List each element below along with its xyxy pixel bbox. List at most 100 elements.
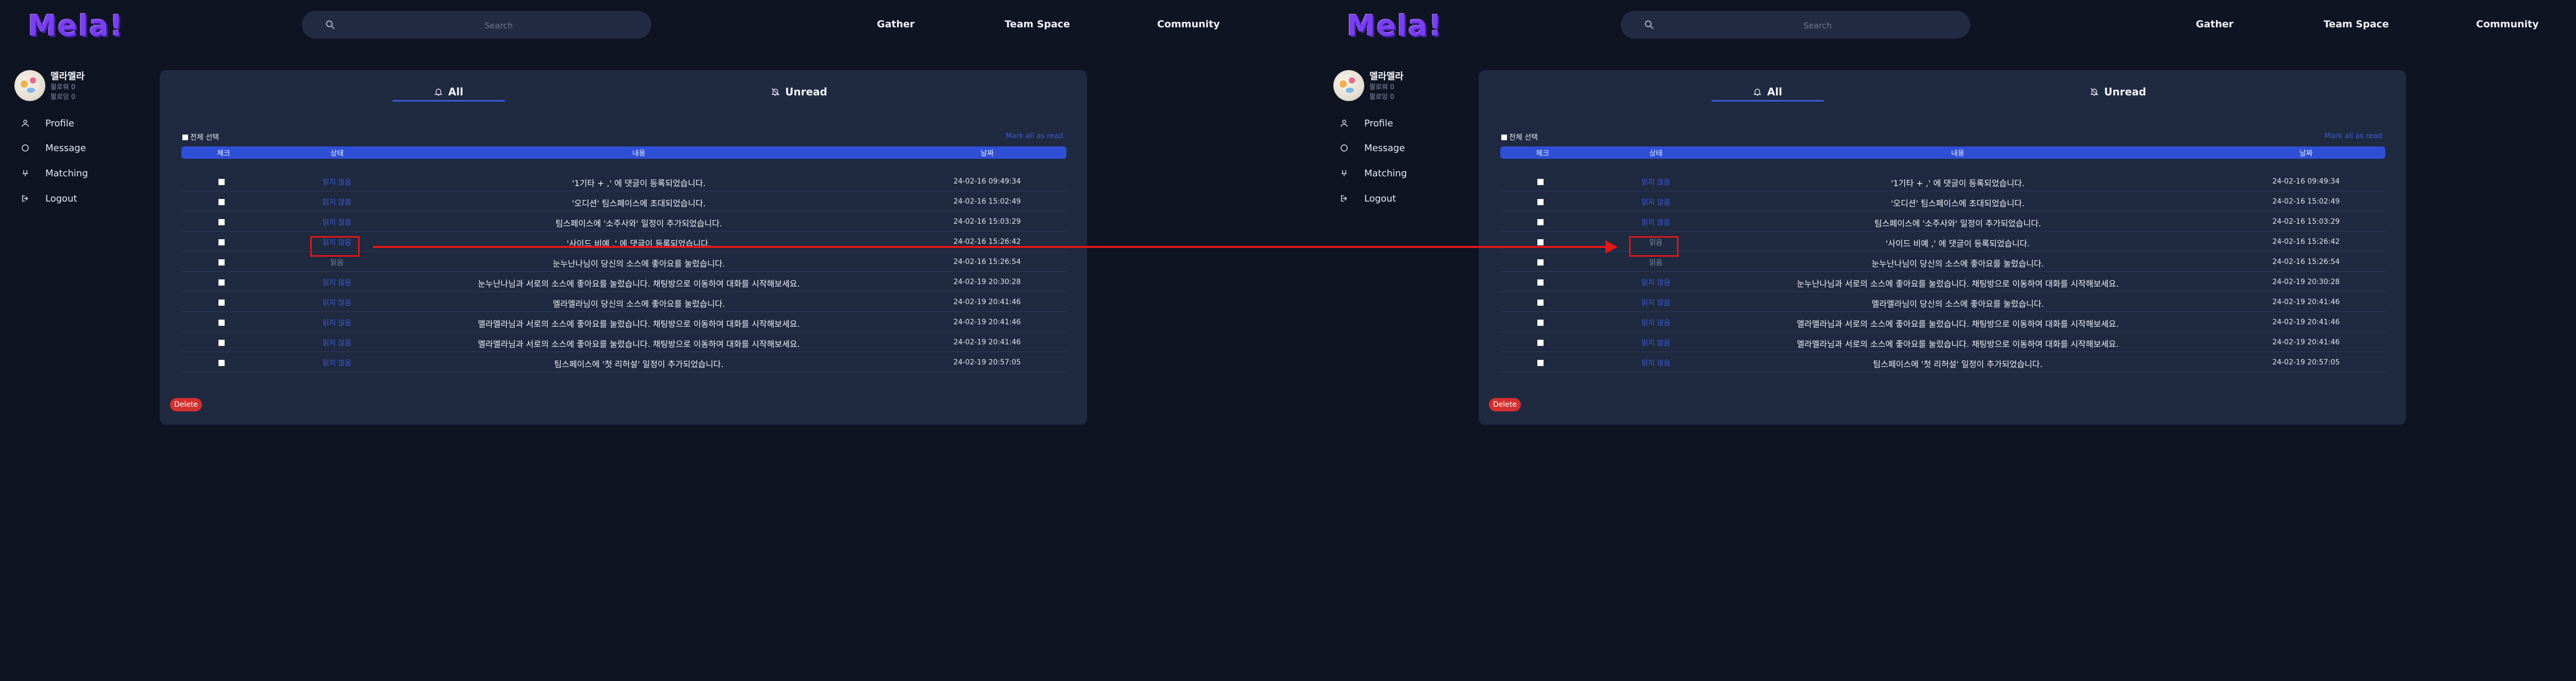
row-checkbox[interactable] xyxy=(218,279,225,286)
tab-unread[interactable]: Unread xyxy=(2090,81,2146,102)
table-row[interactable]: 읽지 않음 '1기타 + ,' 에 댓글이 등록되었습니다. 24-02-16 09… xyxy=(181,171,1066,191)
table-row[interactable]: 읽지 않음 '1기타 + ,' 에 댓글이 등록되었습니다. 24-02-16 09… xyxy=(1500,171,2385,191)
row-checkbox[interactable] xyxy=(1537,340,1544,346)
row-content[interactable]: '사이드 비예 ,' 에 댓글이 등록되었습니다. xyxy=(567,237,711,249)
row-checkbox[interactable] xyxy=(218,360,225,366)
row-content[interactable]: 팀스페이스에 '첫 리허설' 일정이 추가되었습니다. xyxy=(554,357,724,370)
row-checkbox[interactable] xyxy=(218,179,225,185)
row-status[interactable]: 읽지 않음 xyxy=(323,197,351,207)
row-status[interactable]: 읽지 않음 xyxy=(323,318,351,328)
row-content[interactable]: 팀스페이스에 '소주사와' 일정이 추가되었습니다. xyxy=(555,217,722,229)
row-content[interactable]: 멜라멜라님과 서로의 소스에 좋아요를 눌렀습니다. 채팅방으로 이동하여 대화… xyxy=(1797,317,2119,329)
row-status[interactable]: 읽지 않음 xyxy=(323,338,351,348)
row-content[interactable]: '1기타 + ,' 에 댓글이 등록되었습니다. xyxy=(1891,176,2024,189)
delete-button[interactable]: Delete xyxy=(1489,398,1521,411)
table-row[interactable]: 읽지 않음 '오디션' 팀스페이스에 초대되었습니다. 24-02-16 15:02… xyxy=(1500,191,2385,211)
sidebar-item-logout[interactable]: Logout xyxy=(21,191,77,206)
nav-gather[interactable]: Gather xyxy=(877,19,914,30)
row-checkbox[interactable] xyxy=(218,219,225,225)
row-checkbox[interactable] xyxy=(218,320,225,326)
row-content[interactable]: 팀스페이스에 '첫 리허설' 일정이 추가되었습니다. xyxy=(1873,357,2043,370)
row-content[interactable]: 멜라멜라님이 당신의 소스에 좋아요를 눌렀습니다. xyxy=(1872,297,2044,309)
row-checkbox[interactable] xyxy=(1537,259,1544,265)
row-content[interactable]: 멜라멜라님과 서로의 소스에 좋아요를 눌렀습니다. 채팅방으로 이동하여 대화… xyxy=(478,337,800,350)
row-checkbox[interactable] xyxy=(218,259,225,265)
delete-button[interactable]: Delete xyxy=(170,398,202,411)
sidebar-item-profile[interactable]: Profile xyxy=(1340,115,1393,131)
logo[interactable]: Mela! xyxy=(1347,9,1443,43)
avatar[interactable] xyxy=(14,70,45,101)
sidebar-item-matching[interactable]: Matching xyxy=(21,165,88,181)
table-row[interactable]: 읽지 않음 멜라멜라님과 서로의 소스에 좋아요를 눌렀습니다. 채팅방으로 이동… xyxy=(181,312,1066,332)
row-checkbox[interactable] xyxy=(218,300,225,306)
row-checkbox[interactable] xyxy=(218,199,225,205)
row-status[interactable]: 읽지 않음 xyxy=(1641,338,1670,348)
table-row[interactable]: 읽지 않음 눈누난나님과 서로의 소스에 좋아요를 눌렀습니다. 채팅방으로 이동… xyxy=(1500,272,2385,292)
row-checkbox[interactable] xyxy=(218,239,225,245)
row-content[interactable]: 눈누난나님이 당신의 소스에 좋아요를 눌렀습니다. xyxy=(553,257,725,269)
search-bar[interactable] xyxy=(302,11,651,40)
row-status[interactable]: 읽지 않음 xyxy=(1641,318,1670,328)
logo[interactable]: Mela! xyxy=(28,9,124,43)
row-content[interactable]: '오디션' 팀스페이스에 초대되었습니다. xyxy=(572,196,706,209)
row-content[interactable]: '1기타 + ,' 에 댓글이 등록되었습니다. xyxy=(572,176,705,189)
table-row[interactable]: 읽지 않음 멜라멜라님과 서로의 소스에 좋아요를 눌렀습니다. 채팅방으로 이동… xyxy=(1500,332,2385,352)
table-row[interactable]: 읽지 않음 팀스페이스에 '첫 리허설' 일정이 추가되었습니다. 24-02-19… xyxy=(181,352,1066,372)
table-row[interactable]: 읽지 않음 팀스페이스에 '소주사와' 일정이 추가되었습니다. 24-02-16 … xyxy=(1500,211,2385,231)
row-status[interactable]: 읽지 않음 xyxy=(1641,277,1670,288)
row-checkbox[interactable] xyxy=(218,340,225,346)
row-content[interactable]: 눈누난나님과 서로의 소스에 좋아요를 눌렀습니다. 채팅방으로 이동하여 대화… xyxy=(1797,277,2119,289)
row-status[interactable]: 읽음 xyxy=(330,257,344,268)
row-status[interactable]: 읽지 않음 xyxy=(1641,217,1670,227)
row-status[interactable]: 읽지 않음 xyxy=(323,358,351,368)
row-checkbox[interactable] xyxy=(1537,199,1544,205)
row-status[interactable]: 읽지 않음 xyxy=(323,277,351,288)
select-all-checkbox[interactable]: 전체 선택 xyxy=(1501,132,1538,142)
select-all-checkbox[interactable]: 전체 선택 xyxy=(182,132,219,142)
nav-gather[interactable]: Gather xyxy=(2196,19,2233,30)
row-checkbox[interactable] xyxy=(1537,179,1544,185)
tab-unread[interactable]: Unread xyxy=(771,81,827,102)
table-row[interactable]: 읽지 않음 멜라멜라님과 서로의 소스에 좋아요를 눌렀습니다. 채팅방으로 이동… xyxy=(181,332,1066,352)
tab-all[interactable]: All xyxy=(434,81,463,102)
row-content[interactable]: 멜라멜라님과 서로의 소스에 좋아요를 눌렀습니다. 채팅방으로 이동하여 대화… xyxy=(478,317,800,329)
row-content[interactable]: '사이드 비예 ,' 에 댓글이 등록되었습니다. xyxy=(1886,237,2030,249)
mark-all-read-link[interactable]: Mark all as read xyxy=(2325,132,2382,140)
table-row[interactable]: 읽지 않음 팀스페이스에 '소주사와' 일정이 추가되었습니다. 24-02-16 … xyxy=(181,211,1066,231)
search-input[interactable] xyxy=(353,11,644,40)
nav-team-space[interactable]: Team Space xyxy=(2324,19,2389,30)
table-row[interactable]: 읽지 않음 '오디션' 팀스페이스에 초대되었습니다. 24-02-16 15:02… xyxy=(181,191,1066,211)
row-checkbox[interactable] xyxy=(1537,320,1544,326)
sidebar-item-logout[interactable]: Logout xyxy=(1340,191,1396,206)
row-status[interactable]: 읽음 xyxy=(1649,257,1663,268)
row-content[interactable]: 팀스페이스에 '소주사와' 일정이 추가되었습니다. xyxy=(1874,217,2041,229)
nav-community[interactable]: Community xyxy=(2476,19,2539,30)
row-content[interactable]: 멜라멜라님과 서로의 소스에 좋아요를 눌렀습니다. 채팅방으로 이동하여 대화… xyxy=(1797,337,2119,350)
row-content[interactable]: 멜라멜라님이 당신의 소스에 좋아요를 눌렀습니다. xyxy=(553,297,725,309)
mark-all-read-link[interactable]: Mark all as read xyxy=(1006,132,1063,140)
table-row[interactable]: 읽지 않음 눈누난나님과 서로의 소스에 좋아요를 눌렀습니다. 채팅방으로 이동… xyxy=(181,272,1066,292)
row-checkbox[interactable] xyxy=(1537,219,1544,225)
row-status[interactable]: 읽지 않음 xyxy=(1641,197,1670,207)
row-status[interactable]: 읽지 않음 xyxy=(323,177,351,187)
table-row[interactable]: 읽지 않음 멜라멜라님과 서로의 소스에 좋아요를 눌렀습니다. 채팅방으로 이동… xyxy=(1500,312,2385,332)
tab-all[interactable]: All xyxy=(1753,81,1782,102)
row-status[interactable]: 읽지 않음 xyxy=(1641,177,1670,187)
search-bar[interactable] xyxy=(1621,11,1970,40)
sidebar-item-profile[interactable]: Profile xyxy=(21,115,74,131)
row-status[interactable]: 읽지 않음 xyxy=(323,297,351,308)
avatar[interactable] xyxy=(1333,70,1364,101)
row-checkbox[interactable] xyxy=(1537,239,1544,245)
row-checkbox[interactable] xyxy=(1537,279,1544,286)
sidebar-item-message[interactable]: Message xyxy=(21,140,86,156)
row-status[interactable]: 읽지 않음 xyxy=(323,217,351,227)
row-content[interactable]: 눈누난나님과 서로의 소스에 좋아요를 눌렀습니다. 채팅방으로 이동하여 대화… xyxy=(478,277,800,289)
row-status[interactable]: 읽지 않음 xyxy=(1641,358,1670,368)
row-content[interactable]: 눈누난나님이 당신의 소스에 좋아요를 눌렀습니다. xyxy=(1872,257,2044,269)
row-checkbox[interactable] xyxy=(1537,300,1544,306)
table-row[interactable]: 읽지 않음 멜라멜라님이 당신의 소스에 좋아요를 눌렀습니다. 24-02-19 … xyxy=(181,292,1066,312)
row-content[interactable]: '오디션' 팀스페이스에 초대되었습니다. xyxy=(1891,196,2025,209)
sidebar-item-matching[interactable]: Matching xyxy=(1340,165,1407,181)
nav-community[interactable]: Community xyxy=(1157,19,1220,30)
nav-team-space[interactable]: Team Space xyxy=(1005,19,1070,30)
